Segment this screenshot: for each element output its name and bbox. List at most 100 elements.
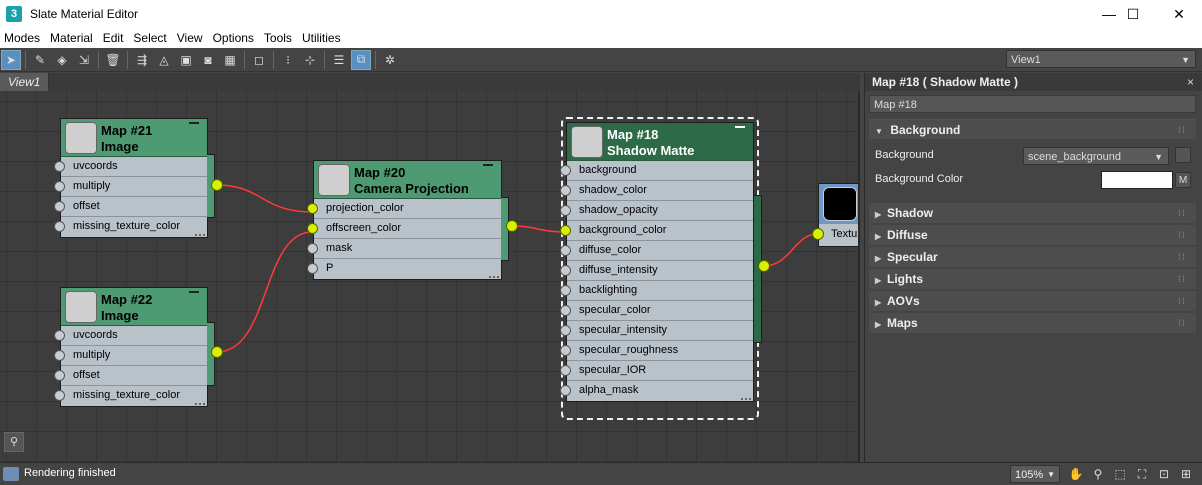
rollout-specular[interactable]: ▶ Specular ⁞⁞ [869, 247, 1196, 267]
move-children-icon[interactable]: ⇶ [132, 50, 152, 70]
rollout-maps[interactable]: ▶ Maps ⁞⁞ [869, 313, 1196, 333]
rollout-header[interactable]: ▼ Background ⁞⁞ [869, 119, 1196, 139]
input-slot[interactable]: alpha_mask [560, 381, 753, 401]
node-header[interactable]: Map #21 Image [61, 119, 207, 157]
socket-icon[interactable] [560, 245, 571, 256]
collapse-icon[interactable] [189, 122, 199, 124]
socket-icon[interactable] [54, 161, 65, 172]
eyedropper-icon[interactable]: ✎ [30, 50, 50, 70]
select-arrow-icon[interactable]: ➤ [1, 49, 21, 70]
rollout-aovs[interactable]: ▶ AOVs ⁞⁞ [869, 291, 1196, 311]
menu-utilities[interactable]: Utilities [298, 31, 345, 45]
resize-grip-icon[interactable] [489, 272, 499, 278]
zoom-dropdown[interactable]: 105% ▼ [1010, 465, 1060, 483]
collapse-icon[interactable] [483, 164, 493, 166]
node-output-partial[interactable]: Textu [812, 183, 858, 247]
binoculars-icon[interactable]: ⚲ [4, 432, 24, 452]
menu-view[interactable]: View [173, 31, 207, 45]
input-slot[interactable]: background_color [560, 221, 753, 241]
node-header[interactable]: Map #22 Image [61, 288, 207, 326]
pan-hand-icon[interactable]: ✋ [1068, 466, 1084, 482]
rollout-diffuse[interactable]: ▶ Diffuse ⁞⁞ [869, 225, 1196, 245]
input-slot[interactable]: offset [54, 366, 207, 386]
input-slot[interactable]: offset [54, 197, 207, 217]
input-slot[interactable]: P [307, 259, 501, 279]
background-icon[interactable]: ◙ [198, 50, 218, 70]
output-socket-icon[interactable] [506, 220, 518, 232]
socket-icon[interactable] [54, 330, 65, 341]
socket-icon[interactable] [560, 345, 571, 356]
node-map20[interactable]: Map #20 Camera Projection projection_col… [307, 160, 502, 280]
close-button[interactable]: ✕ [1156, 0, 1202, 28]
rollout-lights[interactable]: ▶ Lights ⁞⁞ [869, 269, 1196, 289]
output-socket-icon[interactable] [758, 260, 770, 272]
background-map-button[interactable] [1175, 147, 1191, 163]
view-select-dropdown[interactable]: View1 ▼ [1006, 50, 1196, 68]
assign-material-icon[interactable]: ⇲ [74, 50, 94, 70]
rollout-shadow[interactable]: ▶ Shadow ⁞⁞ [869, 203, 1196, 223]
background-color-swatch[interactable] [1101, 171, 1173, 189]
maximize-button[interactable]: ☐ [1110, 0, 1156, 28]
socket-icon[interactable] [560, 305, 571, 316]
layout-all-icon[interactable]: ⁝ [278, 50, 298, 70]
menu-tools[interactable]: Tools [260, 31, 296, 45]
output-socket-icon[interactable] [211, 346, 223, 358]
resize-grip-icon[interactable] [741, 394, 751, 400]
socket-icon[interactable] [560, 285, 571, 296]
resize-grip-icon[interactable] [195, 230, 205, 236]
socket-icon[interactable] [54, 221, 65, 232]
socket-icon[interactable] [307, 203, 318, 214]
input-slot[interactable]: mask [307, 239, 501, 259]
node-map18[interactable]: Map #18 Shadow Matte background shadow_c… [560, 122, 754, 402]
navigator-icon[interactable]: ⧉ [351, 49, 371, 70]
socket-icon[interactable] [54, 181, 65, 192]
magic-wand-icon[interactable]: ✲ [380, 50, 400, 70]
socket-icon[interactable] [54, 201, 65, 212]
input-slot[interactable]: uvcoords [54, 326, 207, 346]
input-slot[interactable]: multiply [54, 346, 207, 366]
collapse-icon[interactable] [735, 126, 745, 128]
menu-modes[interactable]: Modes [0, 31, 44, 45]
zoom-extents-icon[interactable]: ⛶ [1134, 466, 1150, 482]
collapse-icon[interactable] [189, 291, 199, 293]
input-slot[interactable]: shadow_color [560, 181, 753, 201]
input-slot[interactable]: diffuse_intensity [560, 261, 753, 281]
zoom-selected-icon[interactable]: ⊡ [1156, 466, 1172, 482]
map-button[interactable]: M [1175, 172, 1191, 188]
socket-icon[interactable] [812, 228, 824, 240]
node-canvas[interactable]: Map #21 Image uvcoords multiply offset m… [0, 91, 860, 462]
node-header[interactable]: Map #20 Camera Projection [314, 161, 501, 199]
input-slot[interactable]: shadow_opacity [560, 201, 753, 221]
socket-icon[interactable] [54, 390, 65, 401]
layout-icon[interactable]: ▣ [176, 50, 196, 70]
input-slot[interactable]: offscreen_color [307, 219, 501, 239]
background-dropdown[interactable]: scene_background ▼ [1023, 147, 1169, 165]
node-header[interactable] [819, 184, 858, 224]
input-slot[interactable]: projection_color [307, 199, 501, 219]
input-slot[interactable]: background [560, 161, 753, 181]
frame-icon[interactable]: ⊞ [1178, 466, 1194, 482]
input-slot[interactable]: specular_IOR [560, 361, 753, 381]
output-socket-icon[interactable] [211, 179, 223, 191]
socket-icon[interactable] [560, 365, 571, 376]
socket-icon[interactable] [560, 325, 571, 336]
input-slot[interactable]: missing_texture_color [54, 386, 207, 406]
socket-icon[interactable] [560, 205, 571, 216]
input-slot[interactable]: specular_color [560, 301, 753, 321]
input-slot[interactable]: specular_intensity [560, 321, 753, 341]
resize-grip-icon[interactable] [195, 399, 205, 405]
node-header[interactable]: Map #18 Shadow Matte [567, 123, 753, 161]
input-slot[interactable]: multiply [54, 177, 207, 197]
input-slot[interactable]: missing_texture_color [54, 217, 207, 237]
socket-icon[interactable] [560, 185, 571, 196]
node-map21[interactable]: Map #21 Image uvcoords multiply offset m… [54, 118, 208, 238]
socket-icon[interactable] [54, 350, 65, 361]
map-name-field[interactable]: Map #18 [869, 95, 1196, 113]
input-slot[interactable]: diffuse_color [560, 241, 753, 261]
socket-icon[interactable] [560, 265, 571, 276]
socket-icon[interactable] [307, 223, 318, 234]
input-slot[interactable]: backlighting [560, 281, 753, 301]
socket-icon[interactable] [54, 370, 65, 381]
tab-view1[interactable]: View1 [0, 73, 50, 91]
input-slot[interactable]: specular_roughness [560, 341, 753, 361]
